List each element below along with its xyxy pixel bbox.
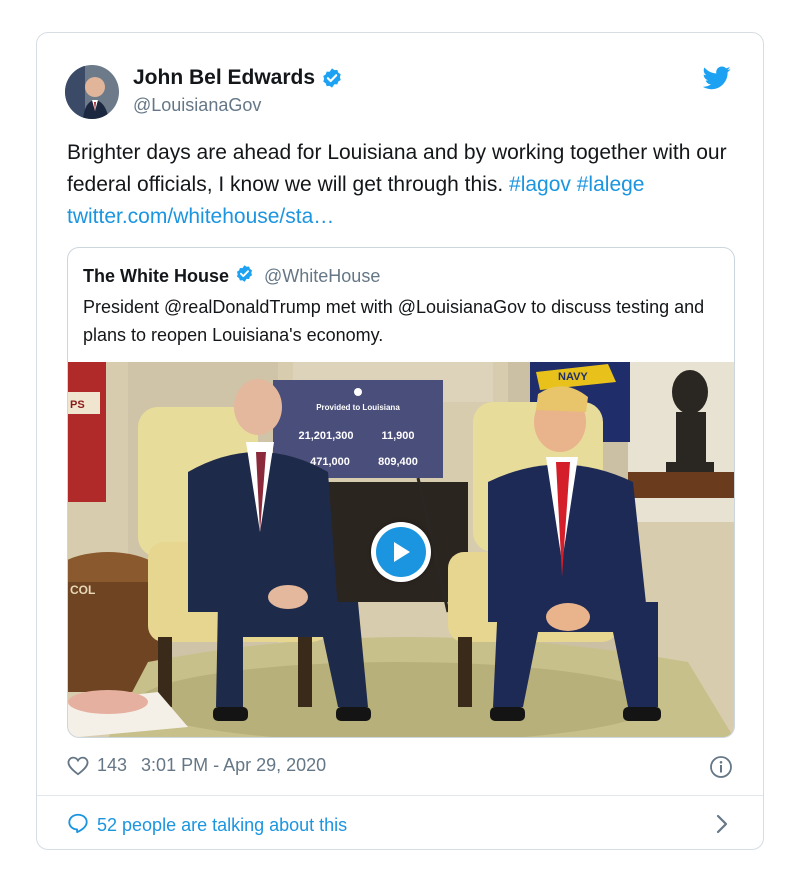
timestamp[interactable]: 3:01 PM - Apr 29, 2020 [141,755,326,776]
info-icon[interactable] [709,755,733,784]
play-icon [376,527,426,577]
talking-text[interactable]: 52 people are talking about this [97,815,347,836]
like-count[interactable]: 143 [97,755,127,776]
quoted-tweet-header: The White House @WhiteHouse [83,264,380,288]
comment-icon [67,812,89,839]
heart-icon[interactable] [67,756,89,776]
navy-flag-text: NAVY [558,371,588,383]
quoted-verified-badge-icon [235,264,254,288]
sign-title: Provided to Louisiana [316,403,400,412]
quoted-tweet-text: President @realDonaldTrump met with @Lou… [83,297,705,345]
tweet-text: Brighter days are ahead for Louisiana an… [67,137,737,233]
chevron-right-icon[interactable] [715,813,729,840]
author-handle[interactable]: @LouisianaGov [133,95,261,116]
tweet-meta: 143 3:01 PM - Apr 29, 2020 [67,755,326,776]
chair-text: COL [70,583,95,597]
divider [37,795,763,796]
sign-value-4: 809,400 [378,456,418,468]
left-flag-text: PS [70,399,85,411]
quoted-tweet-link[interactable]: twitter.com/whitehouse/sta… [67,205,334,228]
quoted-tweet[interactable]: The White House @WhiteHouse President @r… [67,247,735,738]
sign-value-2: 11,900 [381,430,414,442]
twitter-bird-icon[interactable] [702,66,731,95]
hashtag-lagov[interactable]: #lagov [509,173,571,196]
quoted-author-handle[interactable]: @WhiteHouse [264,266,380,287]
talking-link[interactable]: 52 people are talking about this [67,812,347,839]
author-avatar[interactable] [65,65,119,119]
play-button[interactable] [371,522,431,582]
video-thumbnail[interactable]: PS NAVY COL Provided to Louisiana 21,201… [68,362,734,737]
author-name-text[interactable]: John Bel Edwards [133,66,315,90]
verified-badge-icon [321,67,343,89]
quoted-author-name[interactable]: The White House [83,266,229,287]
author-name[interactable]: John Bel Edwards [133,66,343,90]
hashtag-lalege[interactable]: #lalege [577,173,645,196]
sign-value-1: 21,201,300 [298,430,353,442]
tweet-card: John Bel Edwards @LouisianaGov Brighter … [36,32,764,850]
